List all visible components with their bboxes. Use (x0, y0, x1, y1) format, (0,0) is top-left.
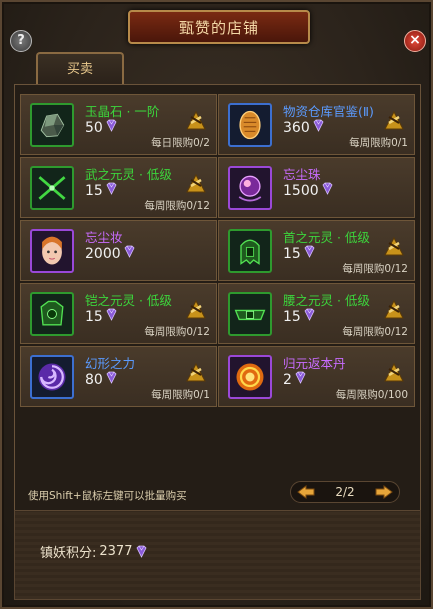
item-price: 15 (85, 308, 118, 325)
window-title-text: 甄赞的店铺 (178, 18, 259, 37)
item-price: 80 (85, 371, 118, 388)
shop-item[interactable]: 幻形之力 80 每周限购0/1 (20, 346, 217, 407)
purchase-limit: 每周限购0/1 (151, 389, 210, 401)
purchase-limit: 每周限购0/100 (335, 389, 408, 401)
item-price-value: 15 (283, 245, 301, 262)
armor-spirit-icon[interactable] (30, 292, 74, 336)
help-button[interactable]: ? (10, 30, 32, 52)
score-display: 镇妖积分: 2377 (40, 540, 390, 562)
item-name: 幻形之力 (85, 356, 136, 371)
coupon-ticket-icon (184, 172, 208, 196)
item-price-value: 15 (85, 182, 103, 199)
currency-gem-icon (105, 119, 118, 136)
currency-gem-icon (312, 119, 325, 136)
item-price: 2000 (85, 245, 136, 262)
shop-item[interactable]: 忘尘珠 1500 (218, 157, 415, 218)
purchase-limit: 每周限购0/12 (144, 326, 210, 338)
batch-buy-hint: 使用Shift+鼠标左键可以批量购买 (28, 490, 187, 502)
waist-spirit-icon[interactable] (228, 292, 272, 336)
coupon-ticket-icon (382, 235, 406, 259)
item-name: 忘尘珠 (283, 167, 321, 182)
currency-gem-icon (294, 371, 307, 388)
shop-item[interactable]: 玉晶石 · 一阶 50 每日限购0/2 (20, 94, 217, 155)
forget-dust-pearl-icon[interactable] (228, 166, 272, 210)
return-origin-pill-icon[interactable] (228, 355, 272, 399)
item-name: 玉晶石 · 一阶 (85, 104, 160, 119)
item-price-value: 15 (85, 308, 103, 325)
purchase-limit: 每日限购0/2 (151, 137, 210, 149)
tab-label: 买卖 (66, 62, 93, 77)
shop-item[interactable]: 忘尘妆 2000 (20, 220, 217, 281)
item-price-value: 360 (283, 119, 310, 136)
item-price: 15 (283, 308, 316, 325)
item-name: 归元返本丹 (283, 356, 346, 371)
score-value: 2377 (99, 543, 133, 559)
purchase-limit: 每周限购0/12 (342, 263, 408, 275)
shop-item[interactable]: 归元返本丹 2 每周限购0/100 (218, 346, 415, 407)
shop-item[interactable]: 腰之元灵 · 低级 15 每周限购0/12 (218, 283, 415, 344)
currency-gem-icon (105, 308, 118, 325)
shop-item[interactable]: 武之元灵 · 低级 15 每周限购0/12 (20, 157, 217, 218)
purchase-limit: 每周限购0/1 (349, 137, 408, 149)
item-price: 360 (283, 119, 325, 136)
coupon-ticket-icon (184, 298, 208, 322)
item-price-value: 2000 (85, 245, 121, 262)
item-name: 首之元灵 · 低级 (283, 230, 370, 245)
item-name: 忘尘妆 (85, 230, 123, 245)
currency-gem-icon (136, 545, 147, 558)
close-button[interactable]: × (404, 30, 426, 52)
item-name: 武之元灵 · 低级 (85, 167, 172, 182)
pagination: 2/2 (290, 481, 400, 503)
head-spirit-icon[interactable] (228, 229, 272, 273)
item-price-value: 50 (85, 119, 103, 136)
help-icon: ? (17, 33, 25, 48)
window-title: 甄赞的店铺 (128, 10, 310, 44)
currency-gem-icon (321, 182, 334, 199)
coupon-ticket-icon (382, 361, 406, 385)
shop-item[interactable]: 铠之元灵 · 低级 15 每周限购0/12 (20, 283, 217, 344)
illusion-power-icon[interactable] (30, 355, 74, 399)
item-price-value: 2 (283, 371, 292, 388)
coupon-ticket-icon (184, 361, 208, 385)
item-name: 铠之元灵 · 低级 (85, 293, 172, 308)
warehouse-token-icon[interactable] (228, 103, 272, 147)
item-price: 15 (283, 245, 316, 262)
item-price-value: 80 (85, 371, 103, 388)
next-page-arrow-icon[interactable] (375, 485, 393, 499)
coupon-ticket-icon (382, 298, 406, 322)
coupon-ticket-icon (382, 109, 406, 133)
shop-item[interactable]: 首之元灵 · 低级 15 每周限购0/12 (218, 220, 415, 281)
item-price-value: 1500 (283, 182, 319, 199)
weapon-spirit-icon[interactable] (30, 166, 74, 210)
page-indicator: 2/2 (335, 485, 355, 499)
prev-page-arrow-icon[interactable] (297, 485, 315, 499)
forget-dust-makeup-icon[interactable] (30, 229, 74, 273)
jade-stone-icon[interactable] (30, 103, 74, 147)
purchase-limit: 每周限购0/12 (342, 326, 408, 338)
item-name: 腰之元灵 · 低级 (283, 293, 370, 308)
currency-gem-icon (105, 182, 118, 199)
close-icon: × (409, 32, 421, 48)
purchase-limit: 每周限购0/12 (144, 200, 210, 212)
currency-gem-icon (303, 245, 316, 262)
item-name: 物资仓库官鉴(Ⅱ) (283, 104, 374, 119)
item-price: 50 (85, 119, 118, 136)
coupon-ticket-icon (184, 109, 208, 133)
shop-item[interactable]: 物资仓库官鉴(Ⅱ) 360 每周限购0/1 (218, 94, 415, 155)
tab-buy-sell[interactable]: 买卖 (36, 52, 124, 86)
currency-gem-icon (123, 245, 136, 262)
item-price: 15 (85, 182, 118, 199)
currency-gem-icon (105, 371, 118, 388)
item-price: 1500 (283, 182, 334, 199)
score-label: 镇妖积分: (40, 545, 97, 561)
item-price-value: 15 (283, 308, 301, 325)
currency-gem-icon (303, 308, 316, 325)
item-price: 2 (283, 371, 307, 388)
